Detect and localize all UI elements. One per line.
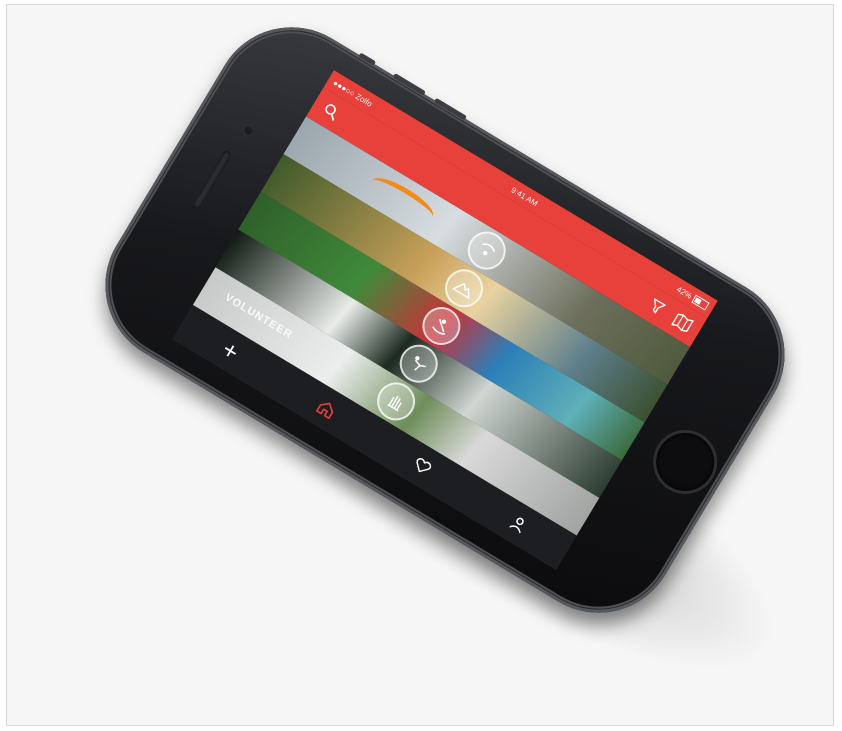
screenshot-frame: ●●●○○ Zolfo 9:41 AM 42% VOLUNTEER bbox=[6, 4, 834, 726]
battery-icon bbox=[691, 294, 710, 311]
battery-label: 42% bbox=[675, 284, 694, 301]
map-icon[interactable] bbox=[667, 308, 697, 338]
home-icon[interactable] bbox=[311, 393, 341, 423]
search-icon[interactable] bbox=[316, 96, 346, 126]
heart-icon[interactable] bbox=[407, 451, 437, 481]
plus-icon[interactable] bbox=[215, 336, 245, 366]
user-icon[interactable] bbox=[503, 509, 533, 539]
filter-icon[interactable] bbox=[642, 292, 672, 322]
